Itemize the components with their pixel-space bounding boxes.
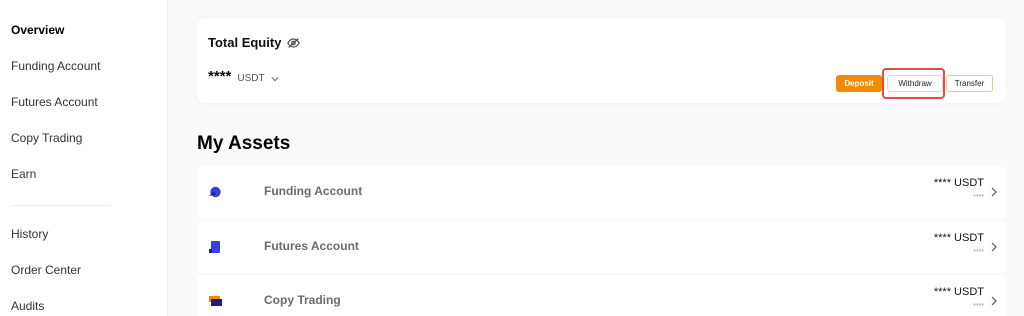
sidebar-item-copy-trading[interactable]: Copy Trading bbox=[11, 131, 82, 145]
sidebar-item-futures-account[interactable]: Futures Account bbox=[11, 95, 98, 109]
sidebar-item-order-center[interactable]: Order Center bbox=[11, 263, 81, 277]
asset-amount: **** USDT bbox=[933, 177, 984, 189]
chevron-down-icon bbox=[271, 76, 279, 81]
currency-label: USDT bbox=[237, 73, 265, 84]
transfer-button[interactable]: Transfer bbox=[946, 75, 993, 92]
sidebar-item-history[interactable]: History bbox=[11, 227, 48, 241]
asset-row-copy-trading[interactable]: Copy Trading **** USDT **** bbox=[197, 275, 1006, 316]
asset-amount: **** USDT bbox=[933, 286, 984, 298]
chevron-right-icon bbox=[991, 187, 997, 197]
funding-account-icon bbox=[209, 186, 221, 198]
sidebar-item-audits[interactable]: Audits bbox=[11, 299, 44, 313]
chevron-right-icon bbox=[991, 296, 997, 306]
my-assets-title: My Assets bbox=[197, 133, 291, 154]
asset-row-futures-account[interactable]: Futures Account **** USDT **** bbox=[197, 221, 1006, 273]
asset-row-funding-account[interactable]: Funding Account **** USDT **** bbox=[197, 166, 1006, 218]
sidebar: Overview Funding Account Futures Account… bbox=[0, 0, 168, 316]
total-equity-header: Total Equity bbox=[208, 35, 301, 50]
total-equity-card: Total Equity **** USDT Deposit Withdraw … bbox=[197, 18, 1006, 103]
chevron-right-icon bbox=[991, 242, 997, 252]
withdraw-button[interactable]: Withdraw bbox=[887, 75, 943, 92]
copy-trading-icon bbox=[209, 296, 222, 306]
main-content: Total Equity **** USDT Deposit Withdraw … bbox=[168, 0, 1024, 316]
asset-sub-amount: **** bbox=[973, 194, 984, 201]
sidebar-item-funding-account[interactable]: Funding Account bbox=[11, 59, 100, 73]
equity-amount-masked: **** bbox=[208, 68, 232, 85]
asset-sub-amount: **** bbox=[973, 249, 984, 256]
sidebar-item-earn[interactable]: Earn bbox=[11, 167, 36, 181]
asset-name: Funding Account bbox=[264, 184, 363, 198]
futures-account-icon bbox=[209, 241, 220, 253]
total-equity-title: Total Equity bbox=[208, 35, 282, 50]
currency-selector[interactable]: USDT bbox=[237, 73, 279, 84]
asset-sub-amount: **** bbox=[973, 303, 984, 310]
asset-amount: **** USDT bbox=[933, 232, 984, 244]
eye-hidden-icon[interactable] bbox=[287, 37, 301, 49]
total-equity-value: **** USDT bbox=[208, 68, 279, 85]
asset-name: Copy Trading bbox=[264, 293, 341, 307]
sidebar-item-overview[interactable]: Overview bbox=[11, 23, 64, 37]
asset-name: Futures Account bbox=[264, 239, 359, 253]
sidebar-divider bbox=[11, 205, 111, 206]
deposit-button[interactable]: Deposit bbox=[836, 75, 882, 92]
